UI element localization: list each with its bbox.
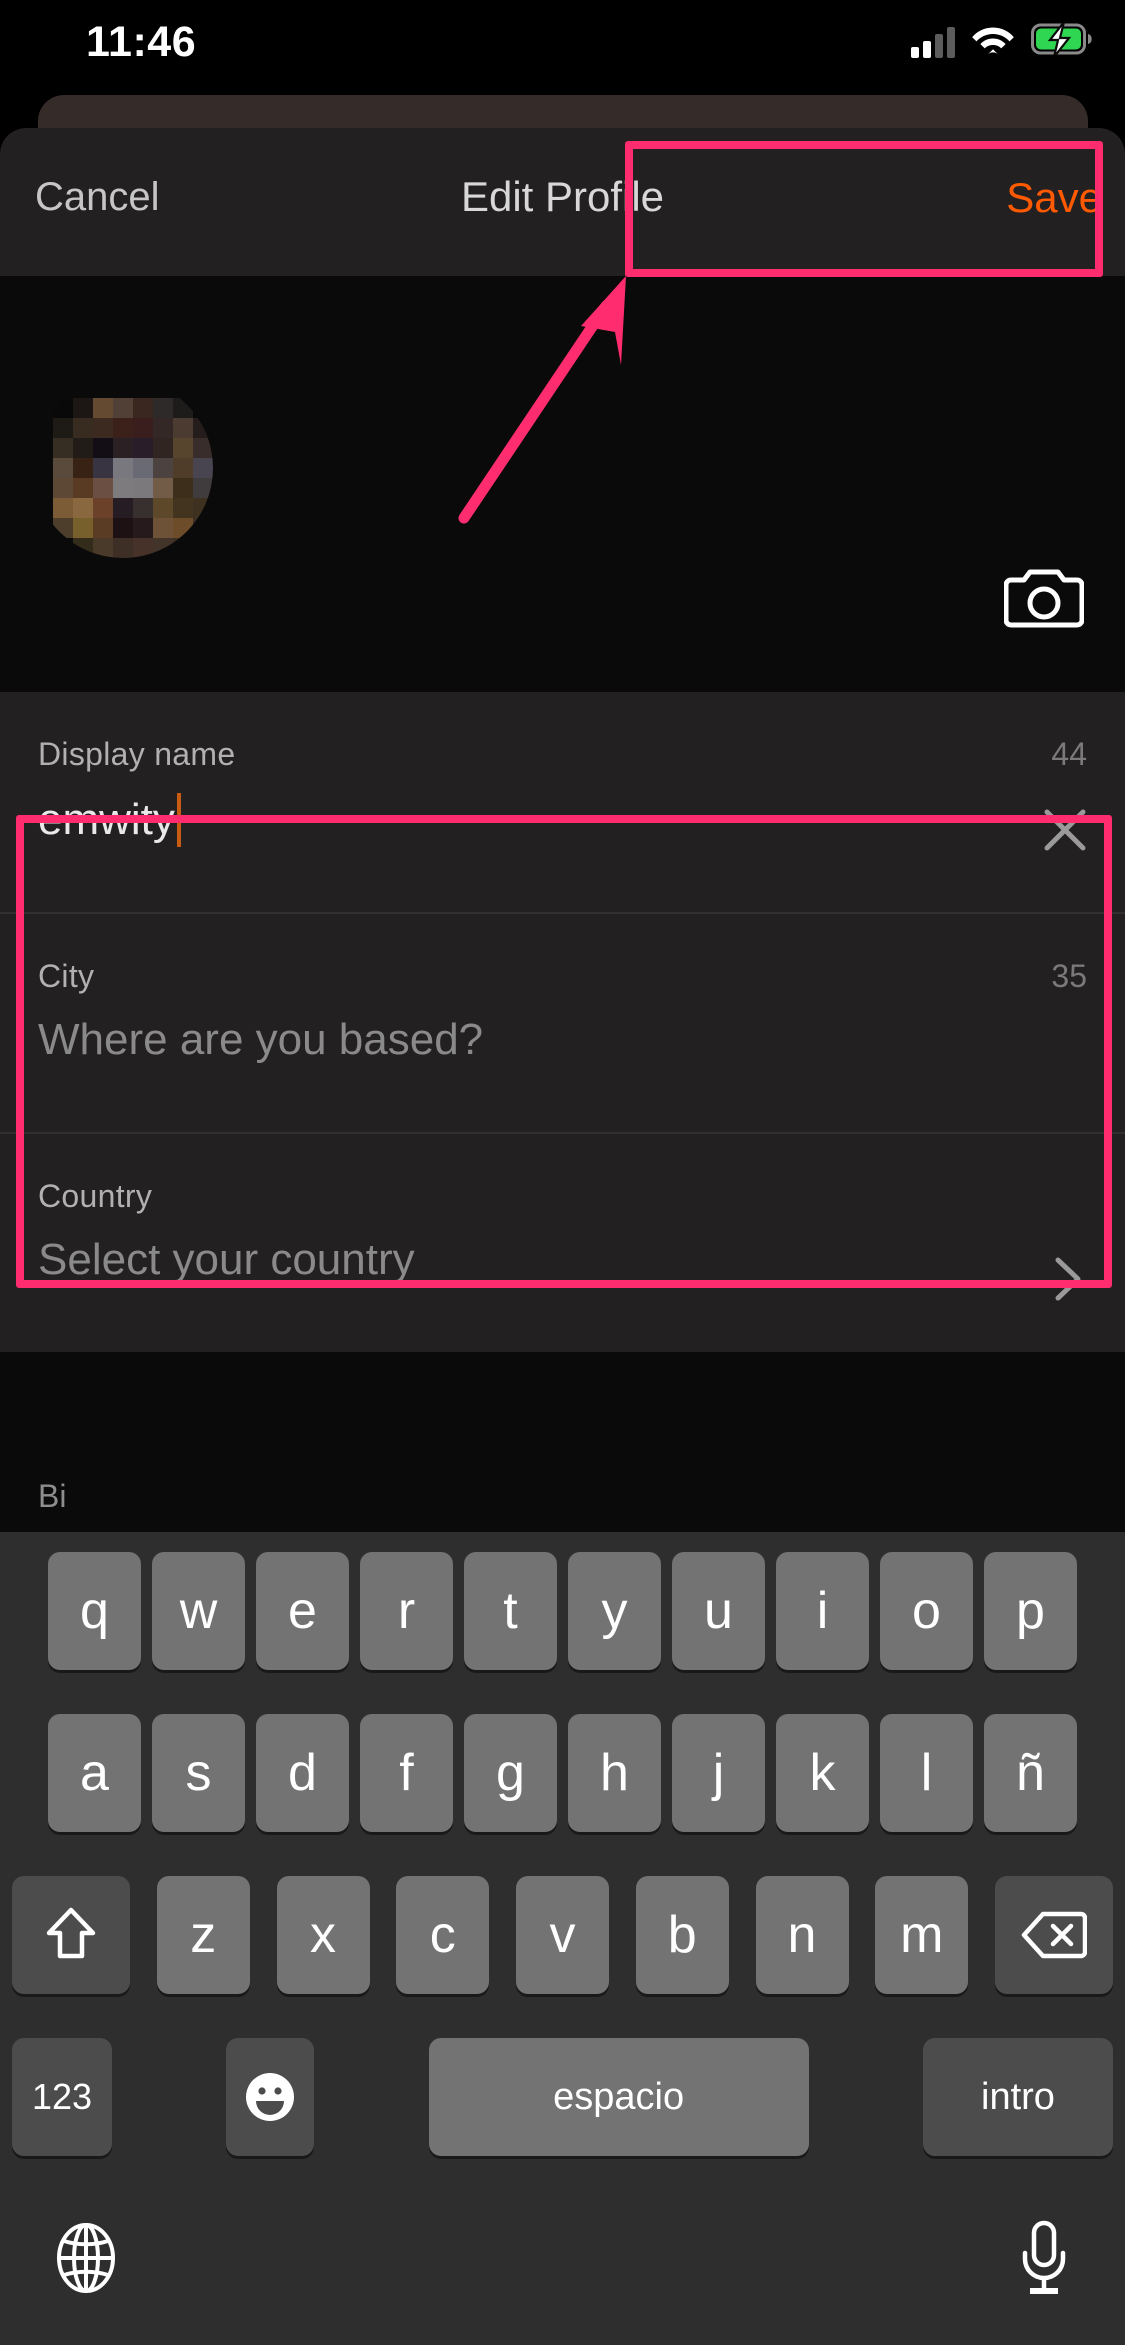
avatar[interactable] <box>33 378 213 558</box>
keyboard-row-2: a s d f g h j k l ñ <box>0 1714 1125 1832</box>
key-m[interactable]: m <box>875 1876 969 1994</box>
field-label: City <box>38 958 95 994</box>
keyboard-bottom-bar <box>0 2192 1125 2345</box>
microphone-dictation-icon[interactable] <box>1019 2220 1069 2296</box>
clear-x-icon[interactable] <box>1039 804 1091 856</box>
char-counter: 35 <box>1051 958 1087 994</box>
navigation-bar: Cancel Edit Profile Save <box>0 128 1125 276</box>
keyboard-row-3: z x c v b n m <box>0 1876 1125 1994</box>
profile-form: Display name 44 emwity City 35 Where are… <box>0 692 1125 1352</box>
globe-language-icon[interactable] <box>56 2222 116 2294</box>
key-j[interactable]: j <box>672 1714 765 1832</box>
key-w[interactable]: w <box>152 1552 245 1670</box>
chevron-right-icon[interactable] <box>1051 1256 1085 1302</box>
key-i[interactable]: i <box>776 1552 869 1670</box>
key-q[interactable]: q <box>48 1552 141 1670</box>
status-indicators <box>911 21 1093 61</box>
key-x[interactable]: x <box>276 1876 370 1994</box>
keyboard-row-1: q w e r t y u i o p <box>0 1552 1125 1670</box>
space-key[interactable]: espacio <box>428 2038 809 2156</box>
city-input[interactable]: Where are you based? <box>38 1015 1087 1065</box>
key-s[interactable]: s <box>152 1714 245 1832</box>
field-display-name[interactable]: Display name 44 emwity <box>0 692 1125 912</box>
status-time: 11:46 <box>86 18 197 66</box>
key-o[interactable]: o <box>880 1552 973 1670</box>
numbers-key[interactable]: 123 <box>12 2038 112 2156</box>
key-n[interactable]: n <box>755 1876 849 1994</box>
key-a[interactable]: a <box>48 1714 141 1832</box>
country-selector-value[interactable]: Select your country <box>38 1235 1087 1285</box>
backspace-delete-icon[interactable] <box>995 1876 1113 1994</box>
field-label: Country <box>38 1178 153 1214</box>
key-c[interactable]: c <box>396 1876 490 1994</box>
key-l[interactable]: l <box>880 1714 973 1832</box>
key-k[interactable]: k <box>776 1714 869 1832</box>
camera-icon[interactable] <box>1003 564 1085 632</box>
key-y[interactable]: y <box>568 1552 661 1670</box>
key-g[interactable]: g <box>464 1714 557 1832</box>
display-name-input[interactable]: emwity <box>38 793 1087 847</box>
input-value: emwity <box>38 795 175 844</box>
field-city[interactable]: City 35 Where are you based? <box>0 912 1125 1132</box>
page-title: Edit Profile <box>460 173 665 220</box>
keyboard-row-4: 123 espacio intro <box>0 2038 1125 2156</box>
char-counter: 44 <box>1051 736 1087 772</box>
key-r[interactable]: r <box>360 1552 453 1670</box>
on-screen-keyboard[interactable]: q w e r t y u i o p a s d f g h j k l ñ <box>0 1532 1125 2345</box>
emoji-smiley-icon[interactable] <box>226 2038 315 2156</box>
key-z[interactable]: z <box>156 1876 250 1994</box>
key-v[interactable]: v <box>516 1876 609 1994</box>
key-p[interactable]: p <box>984 1552 1077 1670</box>
key-d[interactable]: d <box>256 1714 349 1832</box>
key-e[interactable]: e <box>256 1552 349 1670</box>
status-bar: 11:46 <box>0 0 1125 92</box>
cellular-signal-icon <box>911 26 955 58</box>
phone-screen: 11:46 Cancel Edit Profile Save Display n… <box>0 0 1125 2345</box>
shift-arrow-up-icon[interactable] <box>12 1876 130 1994</box>
battery-charging-icon <box>1031 21 1093 60</box>
save-button[interactable]: Save <box>1006 174 1102 222</box>
wifi-icon <box>971 22 1015 61</box>
key-b[interactable]: b <box>635 1876 729 1994</box>
enter-key[interactable]: intro <box>922 2038 1113 2156</box>
key-enye[interactable]: ñ <box>984 1714 1077 1832</box>
key-t[interactable]: t <box>464 1552 557 1670</box>
bio-field-label-partial: Bi <box>38 1478 67 1512</box>
text-caret <box>176 793 181 847</box>
field-country[interactable]: Country Select your country <box>0 1132 1125 1352</box>
key-h[interactable]: h <box>568 1714 661 1832</box>
field-label: Display name <box>38 736 236 772</box>
key-u[interactable]: u <box>672 1552 765 1670</box>
key-f[interactable]: f <box>360 1714 453 1832</box>
